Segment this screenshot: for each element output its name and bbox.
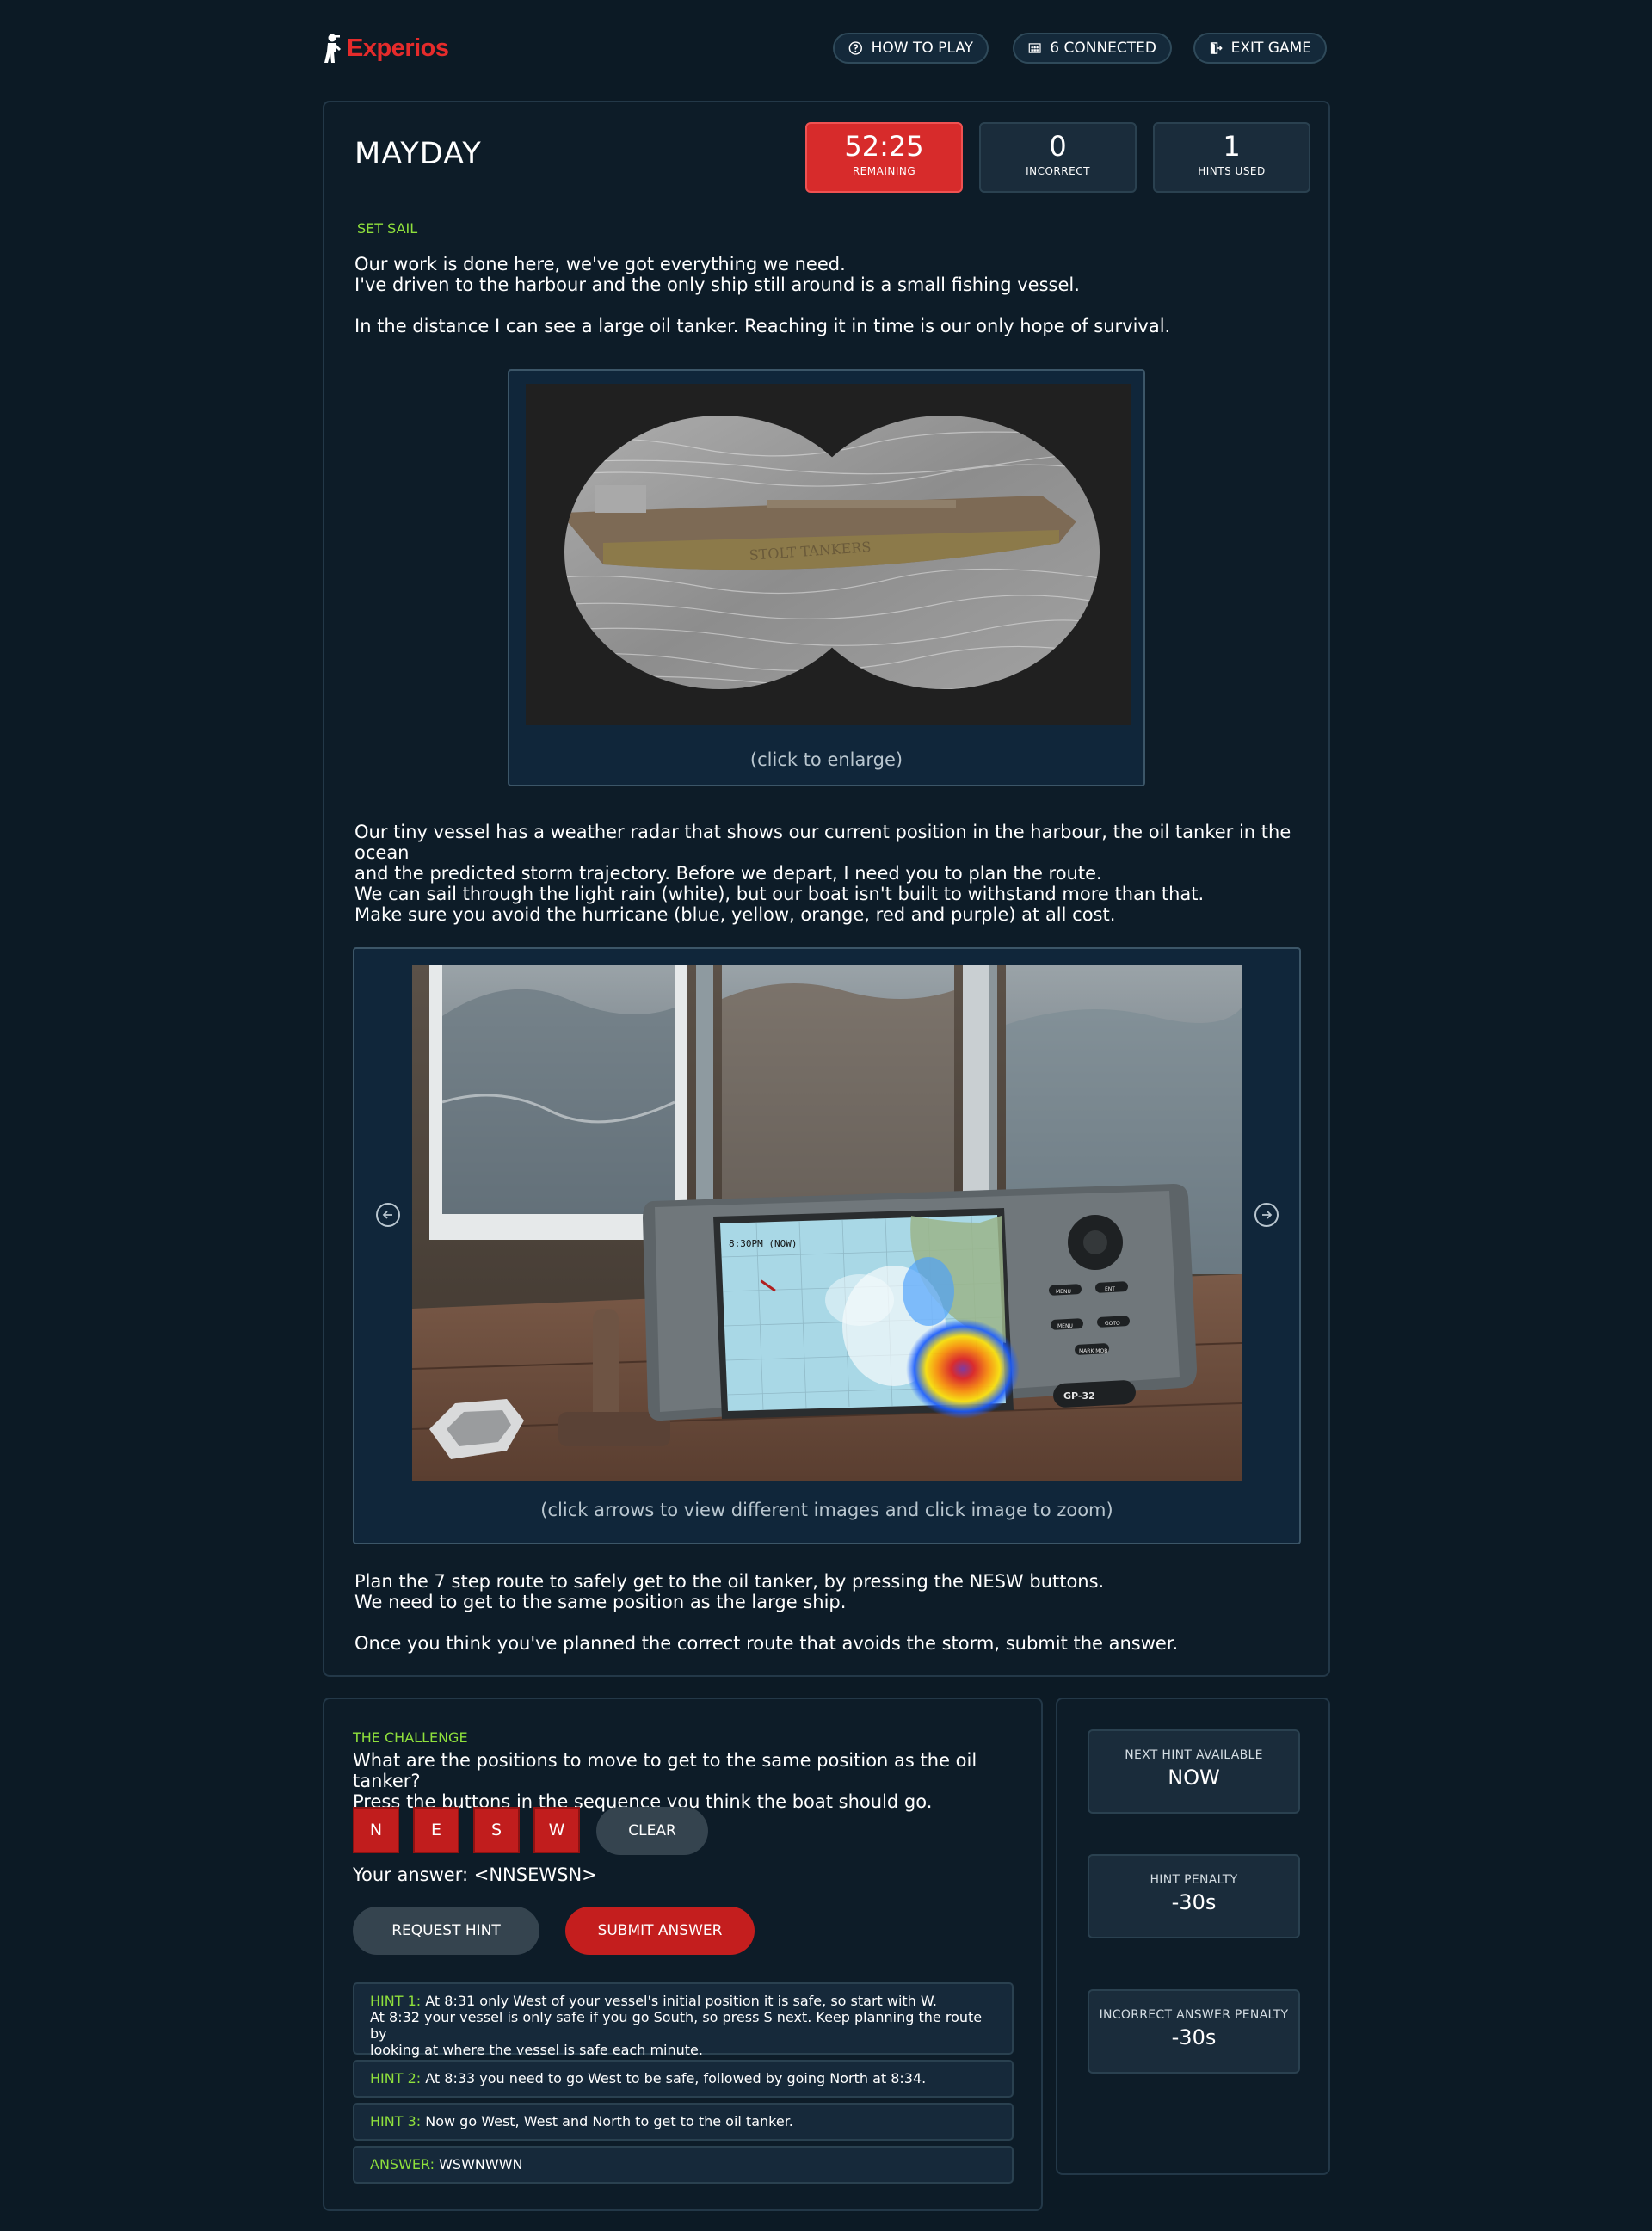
story-line: I've driven to the harbour and the only … xyxy=(354,274,1080,295)
hints-used-card: 1 HINTS USED xyxy=(1153,122,1310,193)
challenge-question: What are the positions to move to get to… xyxy=(353,1750,1041,1812)
how-to-play-label: HOW TO PLAY xyxy=(871,40,973,57)
enlarge-caption: (click to enlarge) xyxy=(749,749,903,770)
binocular-view-image[interactable]: STOLT TANKERS xyxy=(526,384,1131,725)
story-paragraph-3: Our tiny vessel has a weather radar that… xyxy=(354,822,1328,884)
radar-goto-button: GOTO xyxy=(1105,1321,1120,1327)
previous-image-button[interactable] xyxy=(376,1203,400,1227)
exit-game-button[interactable]: EXIT GAME xyxy=(1193,33,1327,64)
hint-text: At 8:32 your vessel is only safe if you … xyxy=(370,2009,983,2042)
west-button[interactable]: W xyxy=(533,1807,580,1853)
brand-logo[interactable]: Experios xyxy=(323,33,449,64)
hint-3: HINT 3: Now go West, West and North to g… xyxy=(353,2103,1014,2141)
hint-info-panel: NEXT HINT AVAILABLE NOW HINT PENALTY -30… xyxy=(1056,1698,1330,2175)
radar-menu-button: MENU xyxy=(1056,1289,1071,1295)
hint-label: HINT 2: xyxy=(370,2070,422,2086)
hint-penalty-label: HINT PENALTY xyxy=(1150,1873,1238,1887)
story-paragraph-1: Our work is done here, we've got everyth… xyxy=(354,254,1080,295)
answer-prefix: Your answer: xyxy=(353,1864,474,1885)
incorrect-value: 0 xyxy=(1049,130,1067,163)
help-circle-icon xyxy=(848,41,862,55)
incorrect-penalty-card: INCORRECT ANSWER PENALTY -30s xyxy=(1088,1989,1300,2074)
hint-label: HINT 1: xyxy=(370,1993,422,2009)
team-icon xyxy=(1028,43,1041,53)
explorer-icon xyxy=(324,34,341,63)
exit-game-label: EXIT GAME xyxy=(1230,40,1311,57)
radar-model-label: GP-32 xyxy=(1063,1390,1095,1402)
incorrect-penalty-label: INCORRECT ANSWER PENALTY xyxy=(1099,2008,1289,2022)
how-to-play-button[interactable]: HOW TO PLAY xyxy=(833,33,989,64)
hint-1: HINT 1: At 8:31 only West of your vessel… xyxy=(353,1982,1014,2058)
answer-reveal: ANSWER: WSWNWWN xyxy=(353,2146,1014,2184)
game-title: MAYDAY xyxy=(354,137,482,171)
story-line: Our tiny vessel has a weather radar that… xyxy=(354,822,1291,863)
radar-scene-image[interactable]: 8:30PM (NOW) MENU ENT MENU GOTO MARK MOB… xyxy=(412,965,1242,1481)
submit-answer-button[interactable]: SUBMIT ANSWER xyxy=(565,1907,755,1955)
hint-penalty-value: -30s xyxy=(1171,1890,1217,1914)
story-paragraph-2: In the distance I can see a large oil ta… xyxy=(354,316,1171,336)
next-hint-value: NOW xyxy=(1168,1766,1220,1790)
radar-menu-button-2: MENU xyxy=(1057,1323,1073,1329)
story-paragraph-6: Once you think you've planned the correc… xyxy=(354,1633,1179,1654)
radar-time-text: 8:30PM (NOW) xyxy=(729,1238,797,1249)
hint-text: At 8:31 only West of your vessel's initi… xyxy=(425,1993,937,2009)
hint-line: HINT 1: At 8:31 only West of your vessel… xyxy=(370,1993,996,2009)
next-hint-card: NEXT HINT AVAILABLE NOW xyxy=(1088,1729,1300,1814)
challenge-panel: THE CHALLENGE What are the positions to … xyxy=(323,1698,1043,2211)
next-hint-label: NEXT HINT AVAILABLE xyxy=(1125,1748,1263,1762)
story-panel: MAYDAY 52:25 REMAINING 0 INCORRECT 1 HIN… xyxy=(323,101,1330,1677)
story-line: We can sail through the light rain (whit… xyxy=(354,884,1205,904)
story-line: Our work is done here, we've got everyth… xyxy=(354,254,846,274)
arrow-left-icon xyxy=(382,1211,392,1219)
your-answer: Your answer: <NNSEWSN> xyxy=(353,1864,597,1885)
east-button[interactable]: E xyxy=(413,1807,459,1853)
answer-value: <NNSEWSN> xyxy=(473,1864,597,1885)
challenge-label: THE CHALLENGE xyxy=(353,1729,468,1746)
brand-name: Experios xyxy=(347,34,449,62)
hint-text: looking at where the vessel is safe each… xyxy=(370,2042,703,2058)
hint-text: Now go West, West and North to get to th… xyxy=(425,2113,793,2129)
hint-2: HINT 2: At 8:33 you need to go West to b… xyxy=(353,2060,1014,2098)
story-line: We need to get to the same position as t… xyxy=(354,1592,847,1612)
top-bar: Experios HOW TO PLAY 6 CONNECTED EXIT GA… xyxy=(323,31,1329,67)
clear-button[interactable]: CLEAR xyxy=(596,1807,708,1855)
south-button[interactable]: S xyxy=(473,1807,520,1853)
arrow-right-icon xyxy=(1262,1211,1273,1219)
radar-mark-mob-button: MARK MOB xyxy=(1079,1348,1107,1354)
story-paragraph-4: We can sail through the light rain (whit… xyxy=(354,884,1204,925)
connected-label: 6 CONNECTED xyxy=(1050,40,1156,57)
section-label: SET SAIL xyxy=(357,220,418,237)
exit-door-icon xyxy=(1210,42,1223,54)
hints-used-value: 1 xyxy=(1223,130,1241,163)
story-line: and the predicted storm trajectory. Befo… xyxy=(354,863,1102,884)
north-button[interactable]: N xyxy=(353,1807,399,1853)
hint-text: At 8:33 you need to go West to be safe, … xyxy=(425,2070,927,2086)
radar-enter-button: ENT xyxy=(1105,1286,1115,1292)
incorrect-penalty-value: -30s xyxy=(1171,2025,1217,2049)
hint-label: HINT 3: xyxy=(370,2113,422,2129)
incorrect-label: INCORRECT xyxy=(1026,165,1090,177)
time-remaining-label: REMAINING xyxy=(852,165,916,177)
hint-label: ANSWER: xyxy=(370,2156,435,2172)
hint-penalty-card: HINT PENALTY -30s xyxy=(1088,1854,1300,1938)
carousel-caption: (click arrows to view different images a… xyxy=(540,1500,1113,1520)
request-hint-button[interactable]: REQUEST HINT xyxy=(353,1907,539,1955)
incorrect-card: 0 INCORRECT xyxy=(979,122,1137,193)
binocular-image-card[interactable]: STOLT TANKERS (click to enlarge) xyxy=(508,369,1145,786)
next-image-button[interactable] xyxy=(1254,1203,1279,1227)
connected-button[interactable]: 6 CONNECTED xyxy=(1013,33,1172,64)
time-remaining-card: 52:25 REMAINING xyxy=(805,122,963,193)
story-paragraph-5: Plan the 7 step route to safely get to t… xyxy=(354,1571,1104,1612)
hints-used-label: HINTS USED xyxy=(1198,165,1266,177)
radar-carousel: 8:30PM (NOW) MENU ENT MENU GOTO MARK MOB… xyxy=(353,947,1301,1544)
hint-text: WSWNWWN xyxy=(439,2156,523,2172)
time-remaining-value: 52:25 xyxy=(844,130,924,163)
story-line: Make sure you avoid the hurricane (blue,… xyxy=(354,904,1116,925)
story-line: Plan the 7 step route to safely get to t… xyxy=(354,1571,1105,1592)
question-line: What are the positions to move to get to… xyxy=(353,1750,977,1791)
